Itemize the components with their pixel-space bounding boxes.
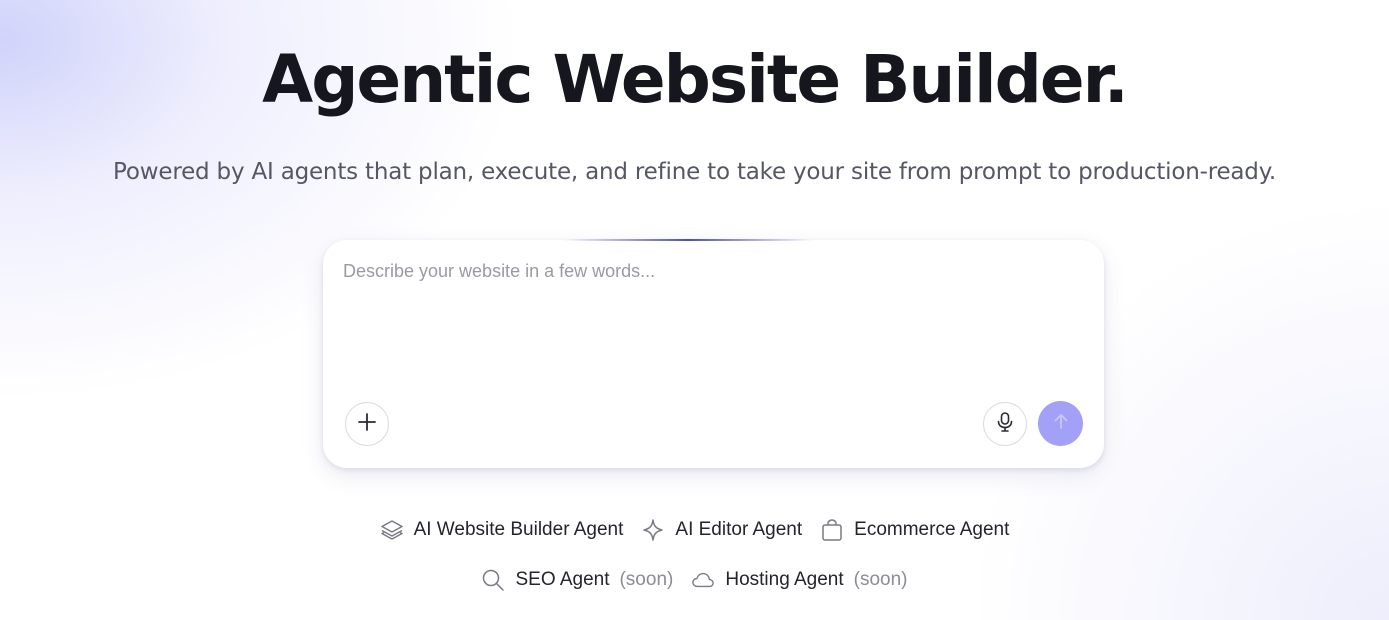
agents-row-primary: AI Website Builder Agent AI Editor Agent… bbox=[0, 516, 1389, 544]
sparkle-icon bbox=[641, 518, 665, 542]
add-attachment-button[interactable] bbox=[345, 402, 389, 446]
send-button[interactable] bbox=[1038, 401, 1083, 446]
page-subtitle: Powered by AI agents that plan, execute,… bbox=[113, 159, 1276, 185]
agent-label: AI Editor Agent bbox=[675, 519, 803, 540]
prompt-composer bbox=[323, 239, 1104, 468]
microphone-icon bbox=[995, 411, 1015, 438]
agent-status-badge: (soon) bbox=[853, 569, 908, 590]
website-description-input[interactable] bbox=[343, 258, 1083, 378]
plus-icon bbox=[357, 412, 377, 437]
agent-ai-website-builder[interactable]: AI Website Builder Agent bbox=[380, 518, 624, 542]
agent-ai-editor[interactable]: AI Editor Agent bbox=[641, 518, 802, 542]
layers-icon bbox=[380, 518, 404, 542]
agent-ecommerce[interactable]: Ecommerce Agent bbox=[820, 518, 1009, 542]
agent-label: SEO Agent bbox=[515, 569, 610, 590]
agent-status-badge: (soon) bbox=[619, 569, 674, 590]
agent-hosting[interactable]: Hosting Agent (soon) bbox=[691, 568, 908, 592]
agents-row-secondary: SEO Agent (soon) Hosting Agent (soon) bbox=[0, 566, 1389, 594]
agent-label: Ecommerce Agent bbox=[854, 519, 1010, 540]
shopping-bag-icon bbox=[820, 518, 844, 542]
agent-seo[interactable]: SEO Agent (soon) bbox=[481, 568, 673, 592]
page-title: Agentic Website Builder. bbox=[262, 41, 1129, 118]
agent-label: AI Website Builder Agent bbox=[413, 519, 624, 540]
composer-top-glow bbox=[563, 239, 813, 241]
cloud-icon bbox=[691, 568, 715, 592]
agent-label: Hosting Agent bbox=[725, 569, 844, 590]
search-icon bbox=[481, 568, 505, 592]
arrow-up-icon bbox=[1052, 412, 1070, 435]
voice-input-button[interactable] bbox=[983, 402, 1027, 446]
